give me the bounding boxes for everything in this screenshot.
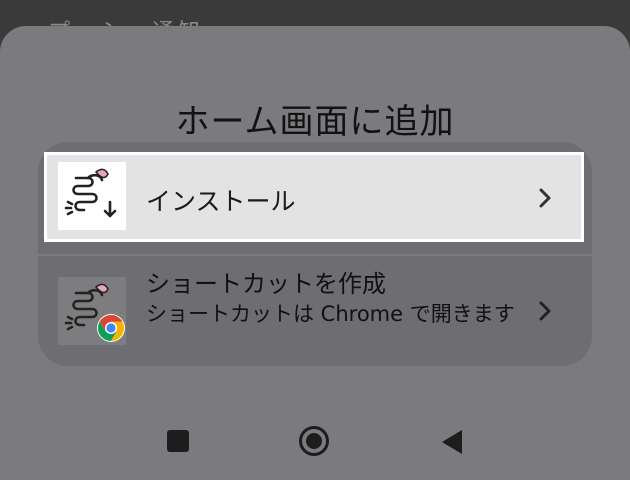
create-shortcut-description: ショートカットは Chrome で開きます [146, 302, 515, 326]
install-label: インストール [146, 187, 296, 216]
recents-square-icon[interactable] [167, 430, 189, 452]
create-shortcut-title: ショートカットを作成 [146, 270, 386, 298]
chrome-icon [96, 313, 126, 343]
sheet-title: ホーム画面に追加 [175, 102, 455, 142]
chevron-right-icon [534, 187, 556, 209]
back-triangle-icon[interactable] [440, 429, 464, 455]
app-icon-intestine-download [58, 162, 126, 230]
home-circle-icon[interactable] [298, 425, 330, 457]
chevron-right-icon [534, 300, 556, 322]
